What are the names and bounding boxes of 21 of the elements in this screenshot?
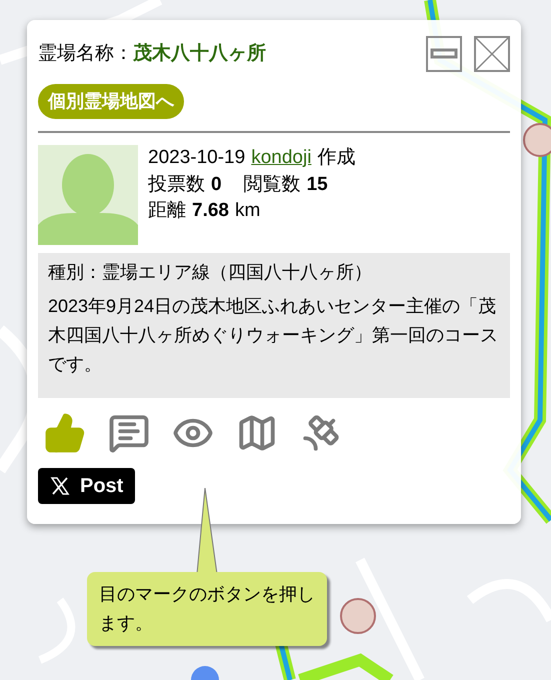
close-icon[interactable] [474,36,510,72]
author-link[interactable]: kondoji [251,145,312,172]
x-logo-icon [50,476,70,496]
votes-count: 0 [211,172,222,197]
title: 茂木八十八ヶ所 [133,42,266,66]
created-label: 作成 [317,146,356,170]
x-post-button[interactable]: Post [38,468,136,504]
callout-text: 目のマークのボタンを押します。 [87,572,327,646]
thumbs-up-icon[interactable] [44,412,86,454]
distance-value: 7.68 [192,199,229,224]
views-label: 閲覧数 [244,172,301,197]
created-date: 2023-10-19 [148,146,246,170]
avatar-icon [38,145,138,245]
distance-unit: km [234,199,260,224]
title-label: 霊場名称： [38,42,133,66]
minimize-icon[interactable] [426,36,462,72]
views-count: 15 [306,172,328,197]
distance-label: 距離 [148,199,186,224]
description-text: 2023年9月24日の茂木地区ふれあいセンター主催の「茂木四国八十八ヶ所めぐりウォーキング」第一回のコースです。 [48,295,499,376]
votes-label: 投票数 [148,172,205,197]
type-text: 種別：霊場エリア線（四国八十八ヶ所） [48,261,373,284]
